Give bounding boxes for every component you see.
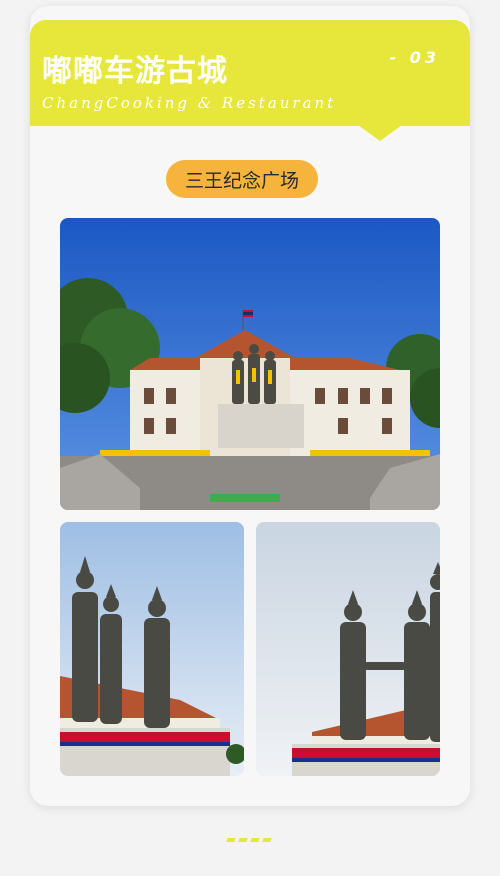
dot xyxy=(250,838,260,842)
three-kings-statues-right-photo[interactable] xyxy=(256,522,440,776)
pagination-dots xyxy=(226,838,275,846)
dot xyxy=(238,838,248,842)
page-title: 嘟嘟车游古城 xyxy=(42,54,228,89)
page-number: - 03 xyxy=(389,48,440,67)
three-kings-statues-left-photo[interactable] xyxy=(60,522,244,776)
content-card: 嘟嘟车游古城 ChangCooking & Restaurant - 03 三王… xyxy=(30,6,470,806)
dot xyxy=(226,838,236,842)
section-label-pill: 三王纪念广场 xyxy=(166,160,318,198)
three-kings-monument-wide-photo[interactable] xyxy=(60,218,440,510)
header-notch xyxy=(358,125,402,141)
dot xyxy=(262,838,272,842)
page-subtitle: ChangCooking & Restaurant xyxy=(42,94,337,112)
